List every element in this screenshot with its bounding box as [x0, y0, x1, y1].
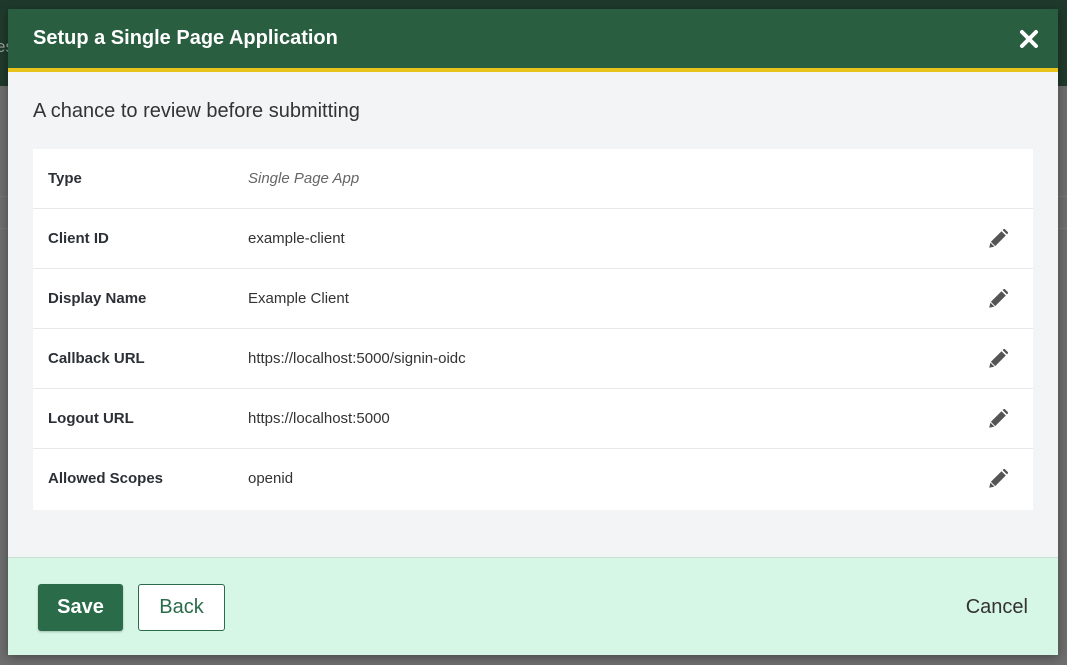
pencil-icon	[989, 228, 1009, 248]
save-button[interactable]: Save	[38, 584, 123, 631]
modal-header: Setup a Single Page Application	[8, 9, 1058, 72]
pencil-icon	[989, 288, 1009, 308]
pencil-icon	[989, 348, 1009, 368]
cancel-button[interactable]: Cancel	[966, 584, 1028, 631]
row-value: Single Page App	[248, 170, 360, 187]
edit-allowed-scopes-button[interactable]	[988, 468, 1009, 489]
review-row-client-id: Client ID example-client	[33, 209, 1033, 269]
review-subtitle: A chance to review before submitting	[33, 100, 360, 122]
row-label: Client ID	[48, 230, 109, 247]
edit-client-id-button[interactable]	[988, 228, 1009, 249]
row-value: openid	[248, 470, 294, 487]
modal-title: Setup a Single Page Application	[33, 27, 338, 49]
row-label: Allowed Scopes	[48, 470, 164, 487]
close-icon	[1020, 30, 1038, 48]
row-value: https://localhost:5000/signin-oidc	[248, 350, 466, 367]
row-label: Display Name	[48, 290, 147, 307]
review-row-display-name: Display Name Example Client	[33, 269, 1033, 329]
row-value: Example Client	[248, 290, 349, 307]
edit-callback-url-button[interactable]	[988, 348, 1009, 369]
edit-logout-url-button[interactable]	[988, 408, 1009, 429]
background-peek-text: es	[0, 37, 8, 56]
close-button[interactable]	[1016, 26, 1042, 52]
setup-spa-modal: Setup a Single Page Application A chance…	[8, 9, 1058, 655]
row-value: https://localhost:5000	[248, 410, 390, 427]
review-row-allowed-scopes: Allowed Scopes openid	[33, 449, 1033, 510]
review-row-type: Type Single Page App	[33, 149, 1033, 209]
row-label: Callback URL	[48, 350, 145, 367]
back-button[interactable]: Back	[138, 584, 225, 631]
row-value: example-client	[248, 230, 345, 247]
row-label: Logout URL	[48, 410, 134, 427]
pencil-icon	[989, 468, 1009, 488]
review-table: Type Single Page App Client ID example-c…	[33, 149, 1033, 510]
review-row-callback-url: Callback URL https://localhost:5000/sign…	[33, 329, 1033, 389]
row-label: Type	[48, 170, 82, 187]
review-row-logout-url: Logout URL https://localhost:5000	[33, 389, 1033, 449]
edit-display-name-button[interactable]	[988, 288, 1009, 309]
pencil-icon	[989, 408, 1009, 428]
modal-footer: Save Back Cancel	[8, 557, 1058, 655]
